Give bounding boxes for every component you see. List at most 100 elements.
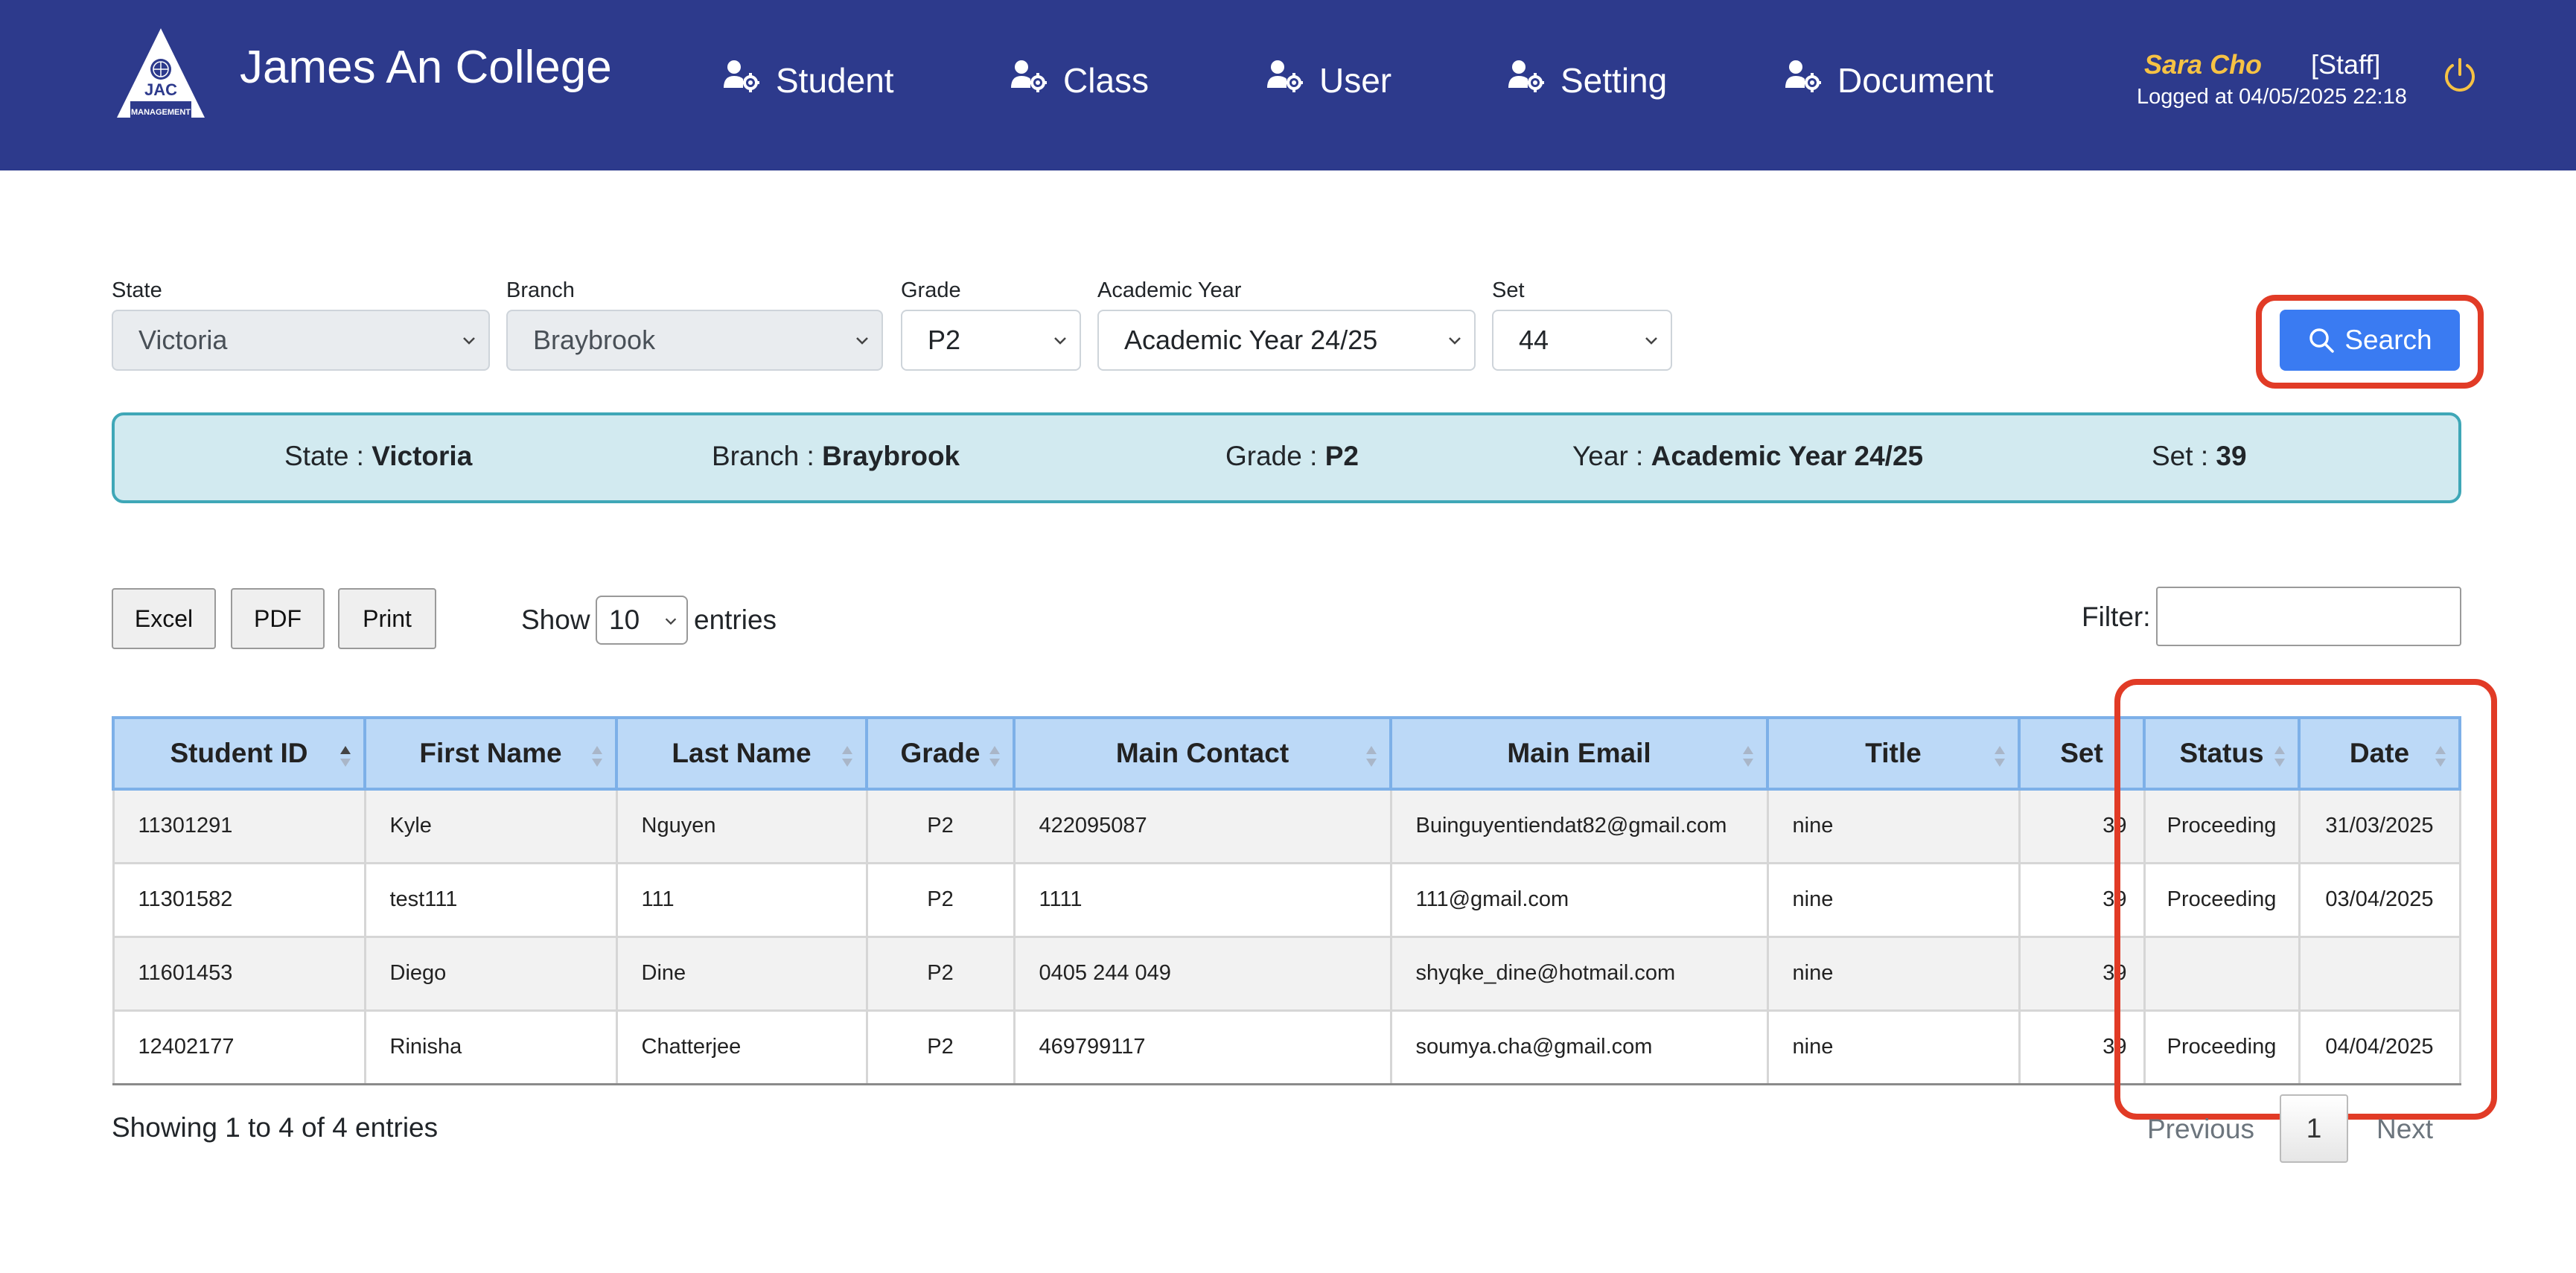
col-first-name[interactable]: First Name [363, 716, 618, 791]
cell-main-contact: 469799117 [1013, 1009, 1392, 1085]
login-timestamp: Logged at 04/05/2025 22:18 [2137, 85, 2407, 109]
summary-state-value: Victoria [372, 441, 473, 471]
column-label: Student ID [170, 738, 308, 768]
cell-grade: P2 [865, 935, 1016, 1012]
summary-branch-value: Braybrook [822, 441, 960, 471]
pagination-next[interactable]: Next [2376, 1114, 2433, 1145]
cell-status: Proceeding [2143, 788, 2301, 864]
search-icon [2309, 328, 2335, 353]
page-length-select[interactable]: 10 [596, 596, 688, 645]
cell-first-name: Rinisha [363, 1009, 618, 1085]
nav-item-user[interactable]: User [1266, 58, 1391, 103]
column-label: Date [2349, 738, 2410, 768]
chevron-down-icon [1054, 337, 1066, 345]
nav-item-student[interactable]: Student [722, 58, 894, 103]
grade-select[interactable]: P2 [901, 310, 1081, 371]
sort-icon [842, 746, 852, 767]
search-button[interactable]: Search [2280, 310, 2460, 371]
col-main-contact[interactable]: Main Contact [1013, 716, 1392, 791]
cell-main-contact: 1111 [1013, 861, 1392, 938]
cell-student-id: 11301582 [112, 861, 366, 938]
show-label: Show [521, 604, 590, 635]
nav-item-setting[interactable]: Setting [1507, 58, 1667, 103]
user-gear-icon [724, 60, 759, 92]
brand-name[interactable]: James An College [240, 41, 612, 94]
students-table: Student ID First Name Last Name Grade Ma… [112, 716, 2461, 1085]
pagination-page-1[interactable]: 1 [2280, 1094, 2348, 1163]
page-length-value: 10 [609, 604, 640, 635]
cell-student-id: 12402177 [112, 1009, 366, 1085]
col-last-name[interactable]: Last Name [615, 716, 868, 791]
chevron-down-icon [1449, 337, 1461, 345]
cell-date [2298, 935, 2461, 1012]
cell-main-email: soumya.cha@gmail.com [1389, 1009, 1769, 1085]
table-row[interactable]: 11301291 Kyle Nguyen P2 422095087 Buingu… [112, 788, 2461, 864]
column-label: Last Name [672, 738, 812, 768]
column-label: Main Email [1507, 738, 1651, 768]
user-gear-icon [1011, 60, 1047, 92]
cell-date: 03/04/2025 [2298, 861, 2461, 938]
col-grade[interactable]: Grade [865, 716, 1016, 791]
column-label: Title [1865, 738, 1922, 768]
sort-icon [592, 746, 602, 767]
table-row[interactable]: 11601453 Diego Dine P2 0405 244 049 shyq… [112, 935, 2461, 1012]
cell-title: nine [1766, 1009, 2021, 1085]
summary-grade-value: P2 [1324, 441, 1359, 471]
table-row[interactable]: 11301582 test111 111 P2 1111 111@gmail.c… [112, 861, 2461, 938]
set-select[interactable]: 44 [1492, 310, 1672, 371]
power-icon[interactable] [2440, 57, 2479, 95]
summary-state-label: State : [284, 441, 364, 471]
col-student-id[interactable]: Student ID [112, 716, 366, 791]
col-set[interactable]: Set [2018, 716, 2146, 791]
cell-title: nine [1766, 861, 2021, 938]
cell-main-email: shyqke_dine@hotmail.com [1389, 935, 1769, 1012]
state-select[interactable]: Victoria [112, 310, 490, 371]
entries-label: entries [694, 604, 777, 635]
col-status[interactable]: Status [2143, 716, 2301, 791]
cell-date: 31/03/2025 [2298, 788, 2461, 864]
cell-set: 39 [2018, 1009, 2146, 1085]
summary-state: State : Victoria [284, 441, 472, 472]
cell-main-contact: 0405 244 049 [1013, 935, 1392, 1012]
logo-icon[interactable]: JAC MANAGEMENT [115, 27, 206, 121]
nav-item-label: Class [1063, 61, 1150, 100]
cell-last-name: Chatterjee [615, 1009, 868, 1085]
cell-title: nine [1766, 788, 2021, 864]
col-main-email[interactable]: Main Email [1389, 716, 1769, 791]
academic-year-label: Academic Year [1097, 278, 1242, 302]
cell-grade: P2 [865, 788, 1016, 864]
user-name: Sara Cho [2144, 49, 2263, 80]
sort-icon [1366, 746, 1377, 767]
nav-item-document[interactable]: Document [1784, 58, 1994, 103]
column-label: First Name [419, 738, 562, 768]
grade-label: Grade [901, 278, 961, 302]
excel-export-button[interactable]: Excel [112, 588, 216, 649]
sort-icon [1743, 746, 1753, 767]
nav-item-label: Student [776, 61, 894, 100]
logo-subtext: MANAGEMENT [131, 108, 191, 117]
academic-year-select[interactable]: Academic Year 24/25 [1097, 310, 1476, 371]
pdf-export-button[interactable]: PDF [231, 588, 325, 649]
filter-input[interactable] [2156, 587, 2461, 646]
filter-label: Filter: [2082, 602, 2151, 632]
column-label: Main Contact [1115, 738, 1289, 768]
print-button[interactable]: Print [338, 588, 436, 649]
col-title[interactable]: Title [1766, 716, 2021, 791]
user-gear-icon [1508, 60, 1544, 92]
branch-label: Branch [506, 278, 575, 302]
cell-main-email: 111@gmail.com [1389, 861, 1769, 938]
top-navbar: JAC MANAGEMENT James An College Student … [0, 0, 2576, 170]
cell-last-name: Dine [615, 935, 868, 1012]
nav-item-class[interactable]: Class [1010, 58, 1149, 103]
cell-grade: P2 [865, 1009, 1016, 1085]
user-gear-icon [1785, 60, 1821, 92]
col-date[interactable]: Date [2298, 716, 2461, 791]
nav-item-label: User [1319, 61, 1392, 100]
branch-select[interactable]: Braybrook [506, 310, 883, 371]
table-row[interactable]: 12402177 Rinisha Chatterjee P2 469799117… [112, 1009, 2461, 1085]
column-label: Set [2060, 738, 2103, 768]
pagination-previous[interactable]: Previous [2147, 1114, 2254, 1145]
cell-last-name: Nguyen [615, 788, 868, 864]
selection-summary: State : Victoria Branch : Braybrook Grad… [112, 412, 2461, 503]
sort-icon [2274, 746, 2285, 767]
